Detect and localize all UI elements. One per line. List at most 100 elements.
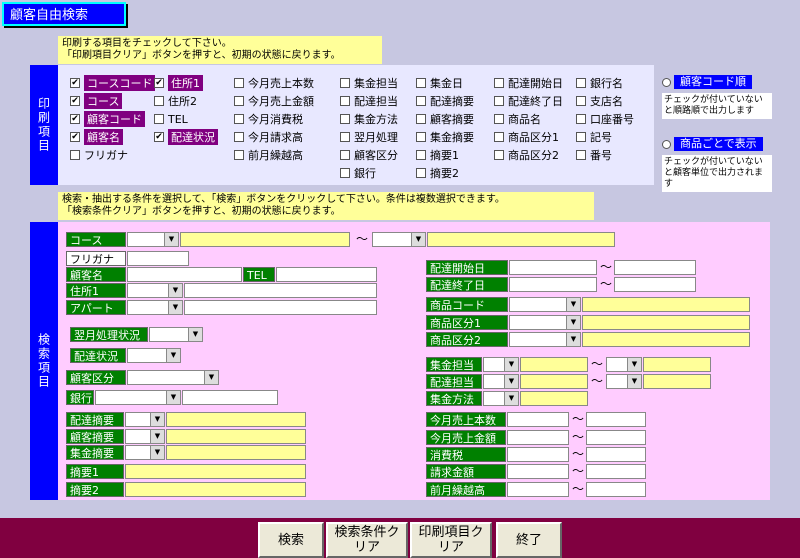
product-category2-select[interactable]: ▼: [509, 332, 581, 347]
checkbox-icon[interactable]: [576, 96, 586, 106]
checkbox-icon[interactable]: [576, 78, 586, 88]
print-item[interactable]: 銀行: [340, 165, 398, 181]
dropdown-arrow-icon[interactable]: ▼: [150, 413, 164, 426]
dropdown-arrow-icon[interactable]: ▼: [204, 371, 218, 384]
print-item[interactable]: 今月売上本数: [234, 75, 314, 91]
checkbox-icon[interactable]: [234, 132, 244, 142]
customer-category-select[interactable]: ▼: [127, 370, 219, 385]
checkbox-icon[interactable]: [494, 114, 504, 124]
dropdown-arrow-icon[interactable]: ▼: [166, 349, 180, 362]
print-item[interactable]: 顧客区分: [340, 147, 398, 163]
exit-button[interactable]: 終了: [496, 522, 562, 558]
print-item[interactable]: 集金方法: [340, 111, 398, 127]
print-item[interactable]: 配達終了日: [494, 93, 563, 109]
checkbox-checked-icon[interactable]: ✔: [70, 78, 80, 88]
carryover-from[interactable]: [507, 482, 569, 497]
checkbox-icon[interactable]: [340, 114, 350, 124]
address1-input[interactable]: [184, 283, 377, 298]
customer-memo-input[interactable]: [166, 429, 306, 444]
collector-select[interactable]: ▼: [483, 357, 519, 372]
dropdown-arrow-icon[interactable]: ▼: [627, 375, 641, 388]
print-item[interactable]: 配達摘要: [416, 93, 474, 109]
checkbox-icon[interactable]: [154, 114, 164, 124]
checkbox-icon[interactable]: [416, 150, 426, 160]
checkbox-icon[interactable]: [416, 132, 426, 142]
product-code-select[interactable]: ▼: [509, 297, 581, 312]
print-item[interactable]: ✔ 配達状況: [154, 129, 218, 145]
checkbox-checked-icon[interactable]: ✔: [154, 132, 164, 142]
print-item[interactable]: 摘要2: [416, 165, 474, 181]
apartment-input[interactable]: [184, 300, 377, 315]
print-item[interactable]: 今月請求高: [234, 129, 314, 145]
checkbox-icon[interactable]: [70, 150, 80, 160]
print-item[interactable]: 商品区分1: [494, 129, 563, 145]
print-item[interactable]: ✔ 顧客コード: [70, 111, 155, 127]
radio-product-display[interactable]: 商品ごとで表示: [662, 137, 772, 151]
apartment-select[interactable]: ▼: [127, 300, 183, 315]
checkbox-icon[interactable]: [234, 150, 244, 160]
print-item[interactable]: 銀行名: [576, 75, 634, 91]
customer-memo-select[interactable]: ▼: [125, 429, 165, 444]
monthly-sales-from[interactable]: [507, 430, 569, 445]
collection-method-select[interactable]: ▼: [483, 391, 519, 406]
monthly-units-to[interactable]: [586, 412, 646, 427]
dropdown-arrow-icon[interactable]: ▼: [627, 358, 641, 371]
clear-print-button[interactable]: 印刷項目クリア: [410, 522, 492, 558]
delivery-end-to[interactable]: [614, 277, 696, 292]
print-item[interactable]: 配達開始日: [494, 75, 563, 91]
checkbox-icon[interactable]: [416, 78, 426, 88]
checkbox-icon[interactable]: [494, 78, 504, 88]
collection-memo-select[interactable]: ▼: [125, 445, 165, 460]
checkbox-checked-icon[interactable]: ✔: [70, 114, 80, 124]
dropdown-arrow-icon[interactable]: ▼: [566, 316, 580, 329]
dropdown-arrow-icon[interactable]: ▼: [188, 328, 202, 341]
print-item[interactable]: ✔ コース: [70, 93, 155, 109]
furigana-input[interactable]: [127, 251, 189, 266]
print-item[interactable]: 住所2: [154, 93, 218, 109]
checkbox-icon[interactable]: [416, 168, 426, 178]
checkbox-checked-icon[interactable]: ✔: [70, 132, 80, 142]
print-item[interactable]: 記号: [576, 129, 634, 145]
checkbox-icon[interactable]: [340, 78, 350, 88]
print-item[interactable]: 今月消費税: [234, 111, 314, 127]
print-item[interactable]: 番号: [576, 147, 634, 163]
bank-input[interactable]: [182, 390, 278, 405]
checkbox-icon[interactable]: [234, 78, 244, 88]
course-to-select[interactable]: ▼: [372, 232, 426, 247]
print-item[interactable]: ✔ コースコード: [70, 75, 156, 91]
print-item[interactable]: 集金日: [416, 75, 474, 91]
checkbox-icon[interactable]: [576, 132, 586, 142]
collection-memo-input[interactable]: [166, 445, 306, 460]
memo1-input[interactable]: [125, 464, 306, 479]
checkbox-icon[interactable]: [340, 96, 350, 106]
collector-to-select[interactable]: ▼: [606, 357, 642, 372]
dropdown-arrow-icon[interactable]: ▼: [566, 333, 580, 346]
print-item[interactable]: 配達担当: [340, 93, 398, 109]
checkbox-icon[interactable]: [416, 96, 426, 106]
print-item[interactable]: 口座番号: [576, 111, 634, 127]
radio-icon[interactable]: [662, 77, 671, 87]
address1-select[interactable]: ▼: [127, 283, 183, 298]
delivery-start-to[interactable]: [614, 260, 696, 275]
carryover-to[interactable]: [586, 482, 646, 497]
dropdown-arrow-icon[interactable]: ▼: [164, 233, 178, 246]
checkbox-icon[interactable]: [576, 114, 586, 124]
course-from-select[interactable]: ▼: [127, 232, 179, 247]
print-item[interactable]: 顧客摘要: [416, 111, 474, 127]
dropdown-arrow-icon[interactable]: ▼: [168, 301, 182, 314]
delivery-memo-input[interactable]: [166, 412, 306, 427]
delivery-end-from[interactable]: [509, 277, 597, 292]
checkbox-icon[interactable]: [340, 132, 350, 142]
checkbox-icon[interactable]: [154, 96, 164, 106]
checkbox-icon[interactable]: [234, 96, 244, 106]
customer-name-input[interactable]: [127, 267, 242, 282]
print-item[interactable]: 集金摘要: [416, 129, 474, 145]
dropdown-arrow-icon[interactable]: ▼: [166, 391, 180, 404]
print-item[interactable]: 前月繰越高: [234, 147, 314, 163]
tax-to[interactable]: [586, 447, 646, 462]
memo2-input[interactable]: [125, 482, 306, 497]
checkbox-icon[interactable]: [494, 96, 504, 106]
print-item[interactable]: 商品区分2: [494, 147, 563, 163]
delivery-start-from[interactable]: [509, 260, 597, 275]
billing-amount-from[interactable]: [507, 464, 569, 479]
